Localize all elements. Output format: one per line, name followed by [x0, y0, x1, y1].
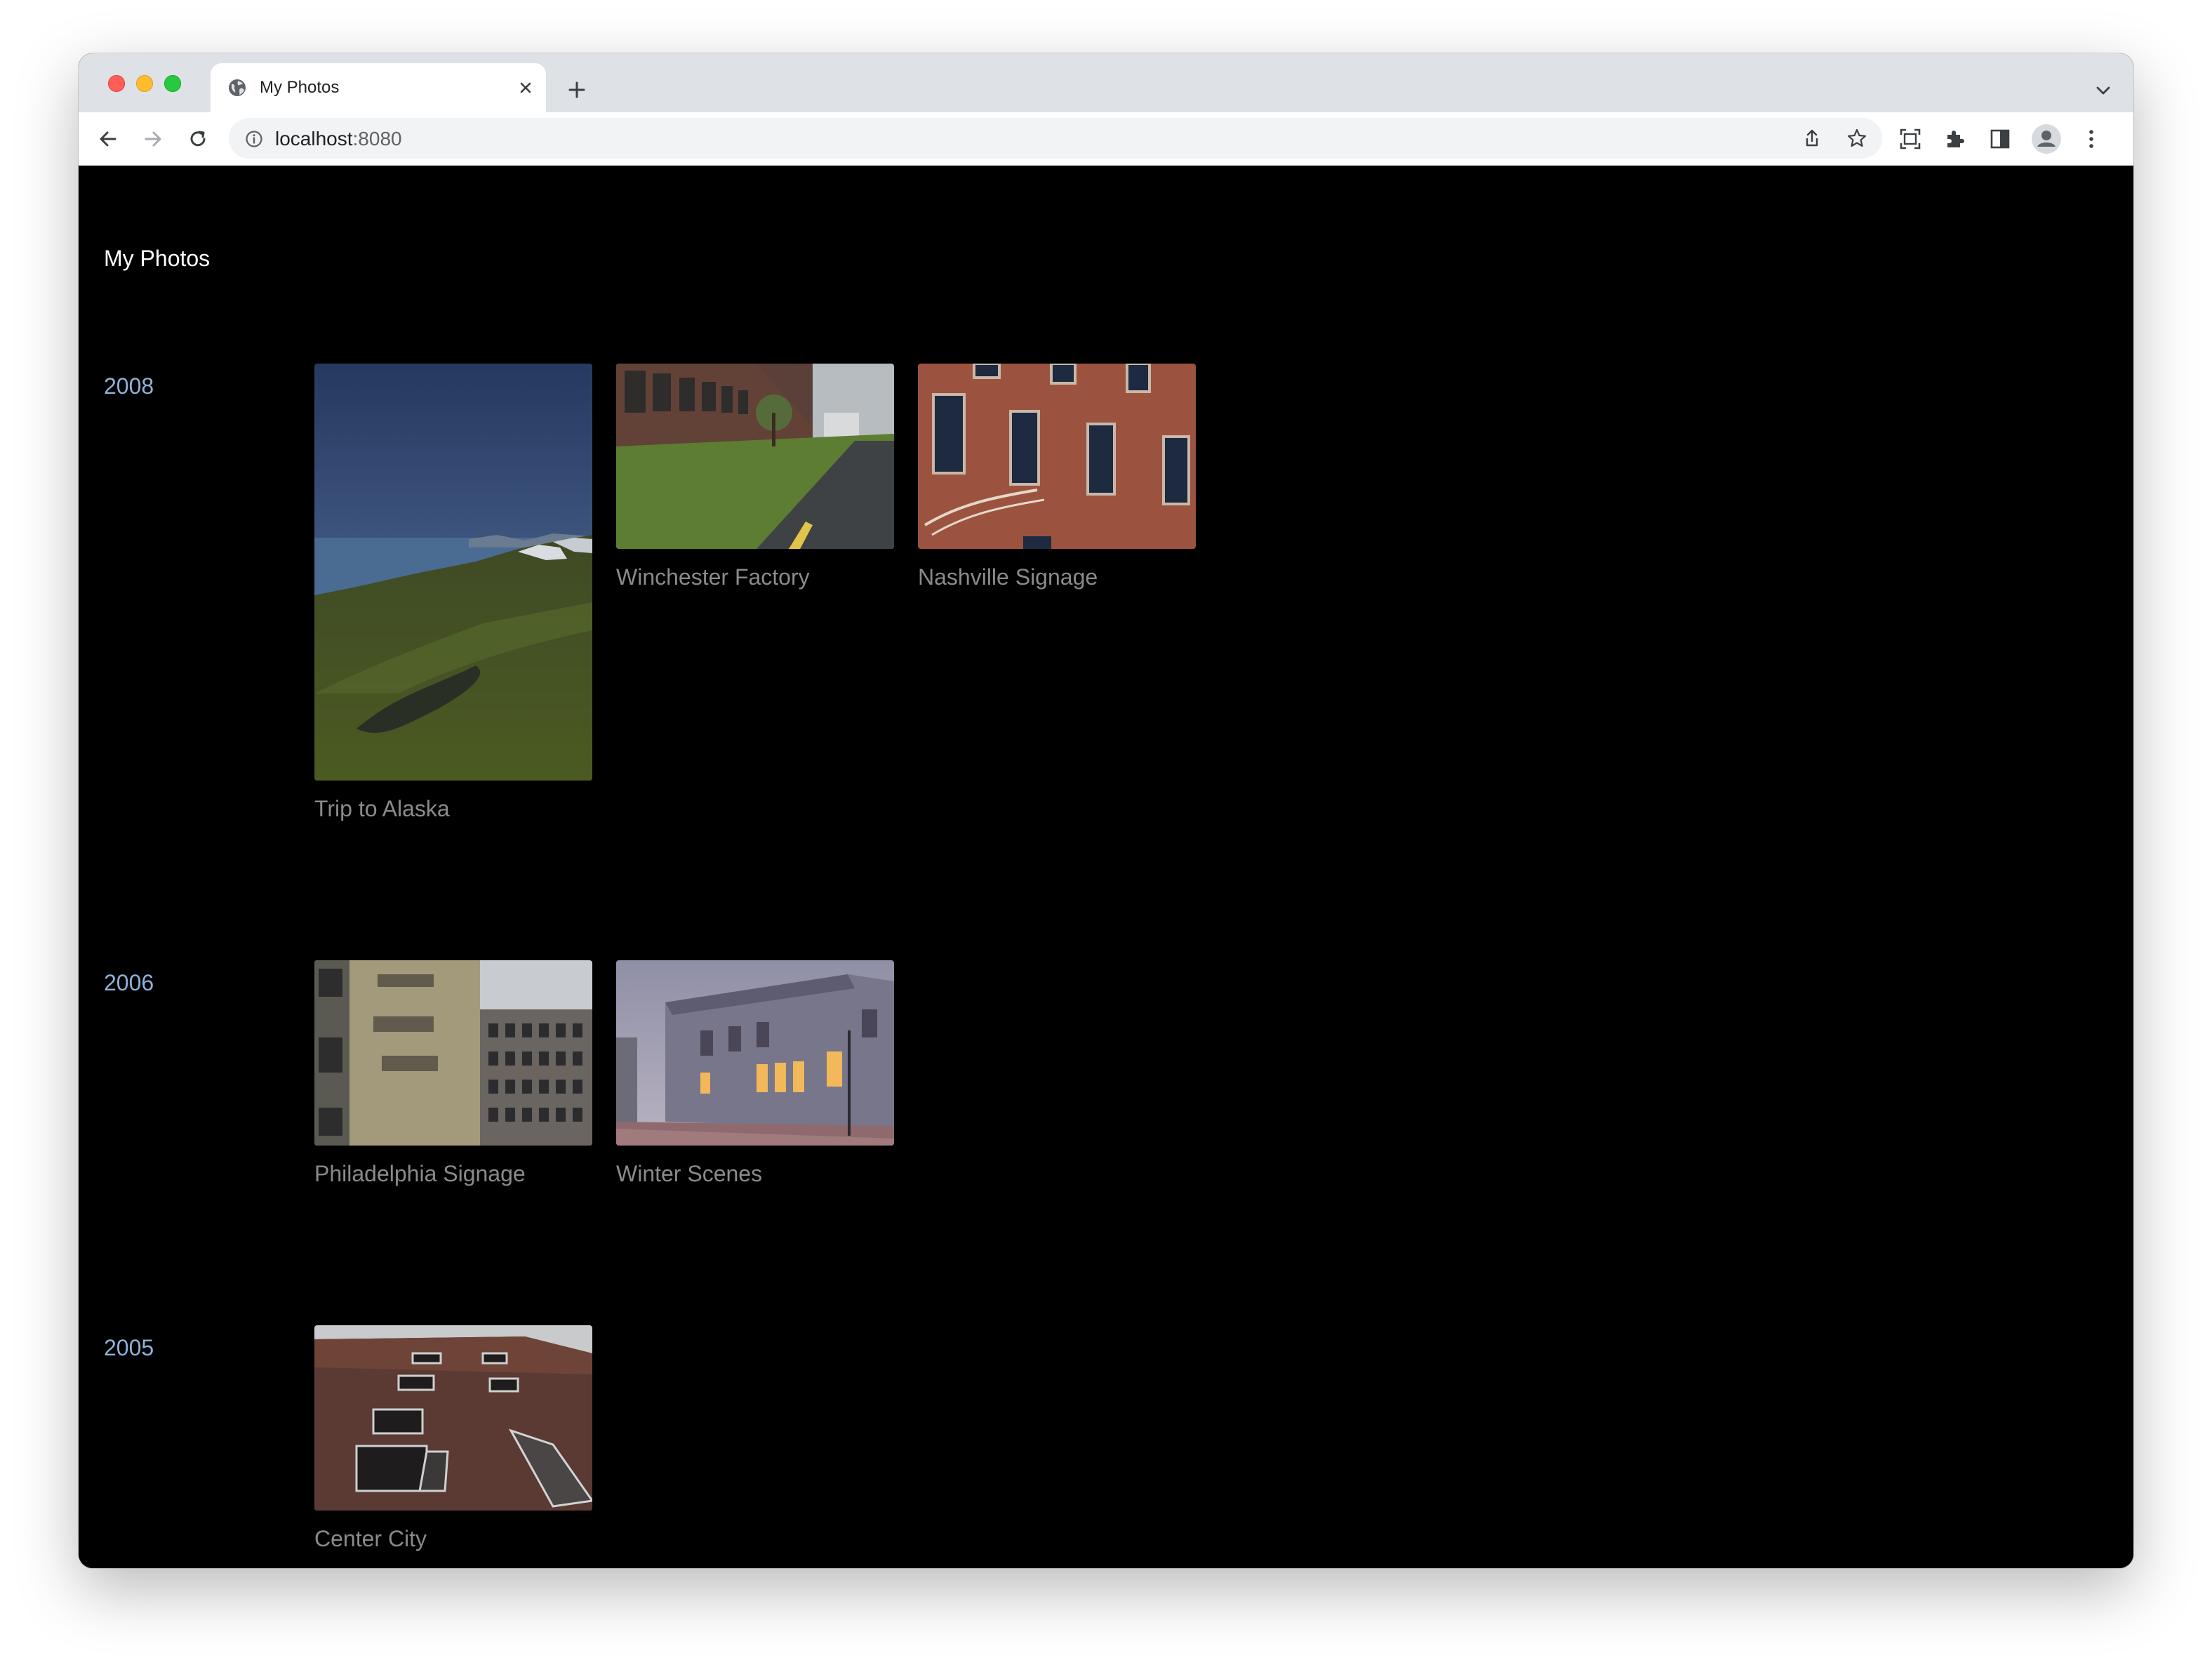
- url-text[interactable]: localhost:8080: [275, 128, 402, 150]
- minimize-window-button[interactable]: [136, 75, 153, 92]
- browser-window: My Photos localhost:8080 My Photos 2008 …: [79, 53, 2133, 1568]
- zoom-window-button[interactable]: [164, 75, 181, 92]
- album-thumbnail[interactable]: [616, 364, 894, 549]
- album-title[interactable]: Winchester Factory: [616, 564, 894, 590]
- forward-arrow-icon[interactable]: [139, 125, 167, 153]
- year-2005-link[interactable]: 2005: [104, 1335, 154, 1360]
- close-window-button[interactable]: [108, 75, 125, 92]
- album-philadelphia-signage[interactable]: Philadelphia Signage: [314, 960, 592, 1186]
- year-2008-link[interactable]: 2008: [104, 373, 154, 399]
- screen-capture-icon[interactable]: [1898, 126, 1923, 152]
- address-bar[interactable]: localhost:8080: [229, 118, 1882, 159]
- album-winchester-factory[interactable]: Winchester Factory: [616, 364, 894, 590]
- album-title[interactable]: Philadelphia Signage: [314, 1161, 592, 1186]
- tab-strip: My Photos: [79, 53, 2133, 112]
- more-vertical-icon[interactable]: [2079, 126, 2104, 152]
- album-thumbnail[interactable]: [314, 960, 592, 1146]
- url-port: :8080: [352, 128, 402, 150]
- album-thumbnail[interactable]: [314, 1325, 592, 1511]
- puzzle-extensions-icon[interactable]: [1943, 126, 1968, 152]
- album-title[interactable]: Nashville Signage: [918, 564, 1196, 590]
- close-icon[interactable]: [515, 77, 536, 98]
- album-nashville-signage[interactable]: Nashville Signage: [918, 364, 1196, 590]
- album-thumbnail[interactable]: [616, 960, 894, 1146]
- album-trip-to-alaska[interactable]: Trip to Alaska: [314, 364, 592, 821]
- album-winter-scenes[interactable]: Winter Scenes: [616, 960, 894, 1186]
- album-thumbnail[interactable]: [918, 364, 1196, 549]
- year-2006-link[interactable]: 2006: [104, 970, 154, 995]
- browser-toolbar: localhost:8080: [79, 112, 2133, 166]
- plus-icon[interactable]: [563, 76, 591, 104]
- album-title[interactable]: Trip to Alaska: [314, 796, 592, 821]
- back-arrow-icon[interactable]: [94, 125, 122, 153]
- star-bookmark-icon[interactable]: [1846, 127, 1868, 150]
- share-icon[interactable]: [1801, 127, 1823, 150]
- info-icon[interactable]: [244, 129, 264, 149]
- album-title[interactable]: Center City: [314, 1526, 592, 1551]
- album-title[interactable]: Winter Scenes: [616, 1161, 894, 1186]
- album-center-city[interactable]: Center City: [314, 1325, 592, 1551]
- active-tab[interactable]: My Photos: [211, 63, 546, 112]
- side-panel-icon[interactable]: [1987, 126, 2013, 152]
- reload-icon[interactable]: [184, 125, 212, 153]
- chevron-down-icon[interactable]: [2091, 79, 2115, 102]
- globe-icon: [229, 79, 246, 96]
- tab-title: My Photos: [260, 78, 340, 97]
- page-content: My Photos 2008 Trip to Alaska Winchester…: [79, 166, 2133, 1568]
- url-host: localhost: [275, 128, 353, 150]
- profile-avatar-icon[interactable]: [2031, 124, 2062, 154]
- site-title: My Photos: [104, 246, 211, 271]
- album-thumbnail[interactable]: [314, 364, 592, 781]
